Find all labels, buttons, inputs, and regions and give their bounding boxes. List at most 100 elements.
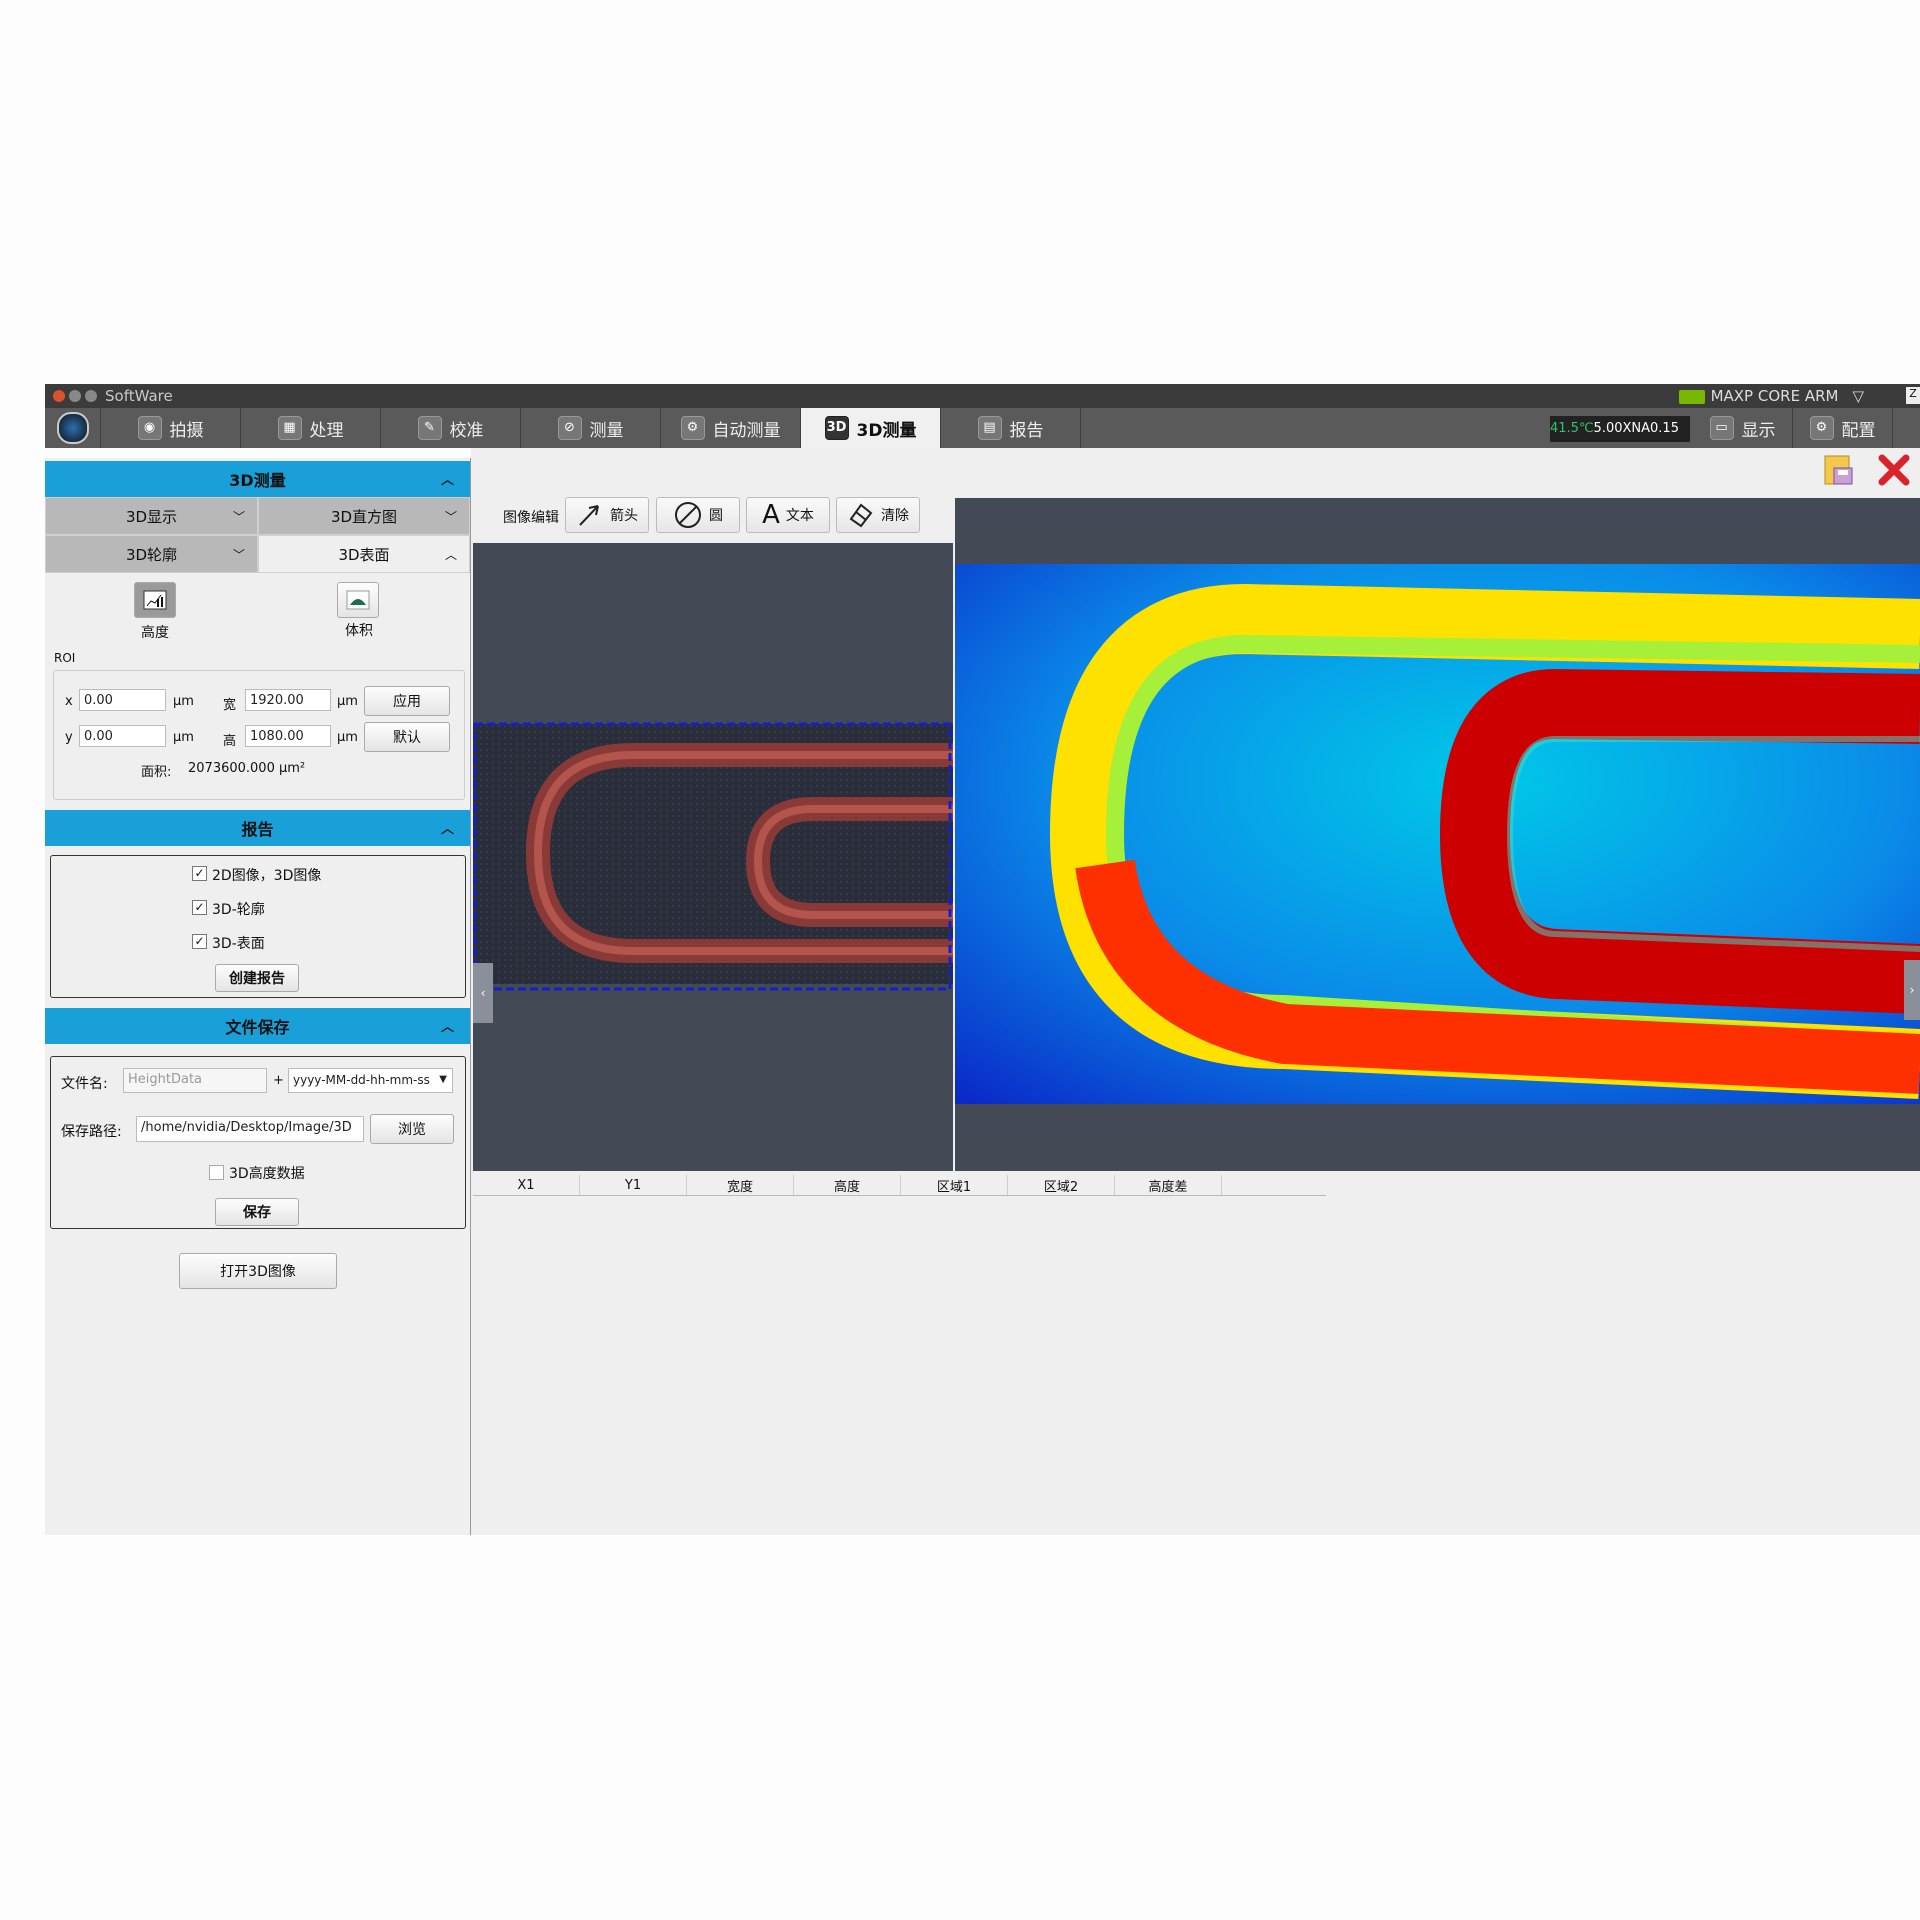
default-button[interactable]: 默认 [364,722,450,752]
monitor-icon: ▭ [1709,416,1734,440]
height-tool-button[interactable] [134,582,176,618]
maximize-window-icon[interactable] [85,390,97,402]
system-label: MAXP CORE ARM ▽ [1678,387,1864,405]
col-width: 宽度 [687,1175,794,1195]
height-chart-icon [143,590,167,610]
col-region1: 区域1 [901,1175,1008,1195]
tab-capture[interactable]: ◉ 拍摄 [101,408,241,448]
circle-icon [675,502,701,528]
width-label: 宽 [223,698,237,713]
roi-x-input[interactable]: 0.00 [79,689,166,711]
app-logo-button[interactable] [45,408,101,448]
roi-height-input[interactable]: 1080.00 [245,725,331,747]
area-value: 2073600.000 μm² [188,761,306,776]
check-2d-3d-images[interactable]: ✓ [192,866,207,881]
settings-icon: ⚙ [1809,416,1834,440]
height-unit: μm [337,730,358,745]
open-3d-image-button[interactable]: 打开3D图像 [179,1253,337,1289]
chevron-down-icon: ﹀ [444,510,457,524]
paperclip-2d-image [473,722,953,991]
x-label: x [65,694,73,709]
volume-tool-label: 体积 [345,623,373,639]
close-icon[interactable] [1874,452,1914,488]
image-2d-view[interactable]: ‹ [473,543,953,1171]
browse-button[interactable]: 浏览 [370,1114,454,1144]
tab-calibrate[interactable]: ✎ 校准 [381,408,521,448]
plus-label: + [273,1073,284,1088]
circle-tool-button[interactable]: 圆 [656,497,740,533]
text-icon: A [762,500,780,530]
text-tool-button[interactable]: A 文本 [746,497,830,533]
height-tool-label: 高度 [141,625,169,641]
subtab-3d-histogram[interactable]: 3D直方图 ﹀ [258,497,470,535]
wifi-icon: ▽ [1852,387,1864,405]
app-logo-icon [56,412,89,444]
section-header-file-save[interactable]: 文件保存 ︿ [45,1008,470,1044]
clear-tool-button[interactable]: 清除 [836,497,920,533]
section-header-report[interactable]: 报告 ︿ [45,810,470,846]
roi-width-input[interactable]: 1920.00 [245,689,331,711]
col-x1: X1 [473,1175,580,1195]
x-unit: μm [173,694,194,709]
minimize-window-icon[interactable] [69,390,81,402]
chevron-down-icon: ﹀ [232,548,245,562]
collapse-left-handle[interactable]: ‹ [473,963,493,1023]
3d-icon: 3D [824,416,849,440]
create-report-button[interactable]: 创建报告 [215,964,299,992]
main-tab-bar: ◉ 拍摄 ▦ 处理 ✎ 校准 ⊘ 测量 ⚙ 自动测量 3D 3D测量 ▤ 报告 41.5℃5.… [45,408,1920,448]
check-3d-surface-label: 3D-表面 [212,936,265,952]
date-format-select[interactable]: yyyy-MM-dd-hh-mm-ss ▼ [288,1068,453,1093]
measurement-table-body[interactable] [473,1196,1920,1534]
close-window-icon[interactable] [53,390,65,402]
y-label: y [65,730,73,745]
camera-icon: ◉ [137,416,162,440]
tab-settings[interactable]: ⚙ 配置 [1793,408,1893,448]
image-process-icon: ▦ [277,416,302,440]
section-header-3d-measure[interactable]: 3D测量 ︿ [45,461,470,497]
check-3d-surface[interactable]: ✓ [192,934,207,949]
roi-y-input[interactable]: 0.00 [79,725,166,747]
col-region2: 区域2 [1008,1175,1115,1195]
tab-3d-measure[interactable]: 3D 3D测量 [801,408,941,448]
arrow-tool-button[interactable]: 箭头 [565,497,649,533]
y-unit: μm [173,730,194,745]
filename-input[interactable]: HeightData [123,1068,267,1093]
width-unit: μm [337,694,358,709]
subtab-3d-display[interactable]: 3D显示 ﹀ [45,497,258,535]
collapse-icon: ︿ [440,822,454,837]
tab-auto-measure[interactable]: ⚙ 自动测量 [661,408,801,448]
volume-chart-icon [346,590,370,610]
roi-label: ROI [54,651,76,665]
col-height-diff: 高度差 [1115,1175,1222,1195]
chevron-down-icon: ﹀ [232,510,245,524]
collapse-icon: ︿ [440,473,454,488]
save-button[interactable]: 保存 [215,1198,299,1226]
title-bar: SoftWare MAXP CORE ARM ▽ Z [45,384,1920,408]
subtab-3d-profile[interactable]: 3D轮廓 ﹀ [45,535,258,573]
check-3d-profile[interactable]: ✓ [192,900,207,915]
tab-display[interactable]: ▭ 显示 [1693,408,1793,448]
nvidia-icon [1678,389,1705,404]
volume-tool-button[interactable] [337,582,379,618]
height-data-label: 3D高度数据 [229,1166,305,1182]
tab-process[interactable]: ▦ 处理 [241,408,381,448]
measure-icon: ⊘ [557,416,582,440]
tab-measure[interactable]: ⊘ 测量 [521,408,661,448]
subtab-3d-surface[interactable]: 3D表面 ︿ [258,535,470,573]
status-readout: 41.5℃5.00XNA0.15 [1550,416,1690,442]
height-data-checkbox[interactable] [209,1165,224,1180]
image-3d-view[interactable]: › [955,498,1920,1171]
eraser-icon [849,503,873,528]
tab-report[interactable]: ▤ 报告 [941,408,1081,448]
collapse-right-handle[interactable]: › [1904,960,1920,1020]
save-file-icon[interactable] [1818,452,1858,488]
save-path-input[interactable]: /home/nvidia/Desktop/Image/3D [136,1116,364,1142]
save-path-label: 保存路径: [61,1124,122,1140]
ruler-icon: ✎ [417,416,442,440]
apply-button[interactable]: 应用 [364,686,450,716]
app-title: SoftWare [105,387,173,405]
temperature-readout: 41.5℃ [1550,421,1594,436]
area-label: 面积: [141,765,172,780]
check-3d-profile-label: 3D-轮廓 [212,902,265,918]
filename-label: 文件名: [61,1076,108,1092]
